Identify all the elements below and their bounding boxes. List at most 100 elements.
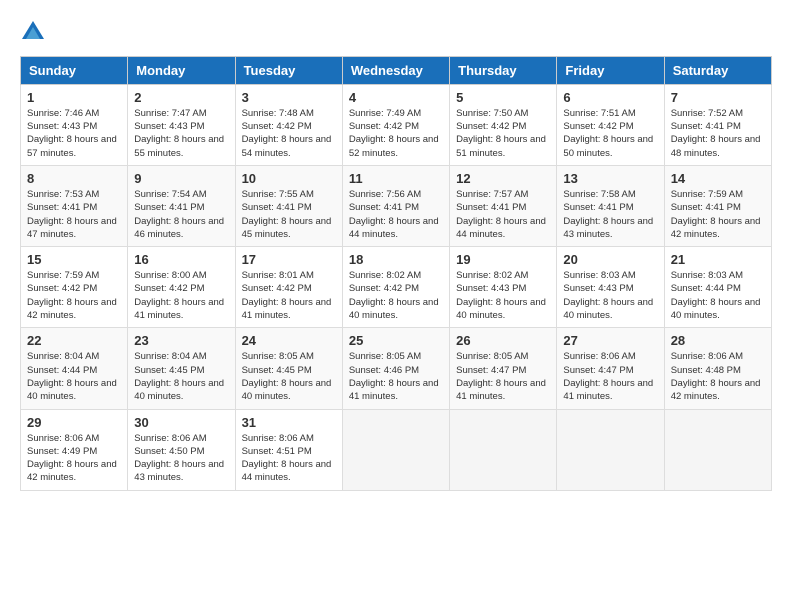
calendar-week-2: 8 Sunrise: 7:53 AMSunset: 4:41 PMDaylight… [21,165,772,246]
day-number: 3 [242,90,336,105]
day-detail: Sunrise: 8:06 AMSunset: 4:49 PMDaylight:… [27,432,121,485]
calendar-cell: 29 Sunrise: 8:06 AMSunset: 4:49 PMDayligh… [21,409,128,490]
calendar-cell: 3 Sunrise: 7:48 AMSunset: 4:42 PMDaylight… [235,84,342,165]
day-number: 31 [242,415,336,430]
calendar-cell: 15Sunrise: 7:59 AMSunset: 4:42 PMDayligh… [21,247,128,328]
page-header [20,20,772,40]
calendar-cell: 23 Sunrise: 8:04 AMSunset: 4:45 PMDayligh… [128,328,235,409]
calendar-header-row: SundayMondayTuesdayWednesdayThursdayFrid… [21,56,772,84]
day-number: 28 [671,333,765,348]
calendar-cell: 21Sunrise: 8:03 AMSunset: 4:44 PMDayligh… [664,247,771,328]
calendar-cell: 17 Sunrise: 8:01 AMSunset: 4:42 PMDayligh… [235,247,342,328]
day-number: 17 [242,252,336,267]
calendar-cell: 16 Sunrise: 8:00 AMSunset: 4:42 PMDayligh… [128,247,235,328]
calendar-table: SundayMondayTuesdayWednesdayThursdayFrid… [20,56,772,491]
day-number: 11 [349,171,443,186]
day-detail: Sunrise: 7:59 AMSunset: 4:41 PMDaylight:… [671,188,765,241]
day-detail: Sunrise: 8:01 AMSunset: 4:42 PMDaylight:… [242,269,336,322]
day-detail: Sunrise: 7:47 AMSunset: 4:43 PMDaylight:… [134,107,228,160]
calendar-cell: 10Sunrise: 7:55 AMSunset: 4:41 PMDayligh… [235,165,342,246]
calendar-cell: 22 Sunrise: 8:04 AMSunset: 4:44 PMDayligh… [21,328,128,409]
day-header-wednesday: Wednesday [342,56,449,84]
day-number: 4 [349,90,443,105]
day-detail: Sunrise: 8:04 AMSunset: 4:44 PMDaylight:… [27,350,121,403]
day-detail: Sunrise: 8:06 AMSunset: 4:48 PMDaylight:… [671,350,765,403]
day-number: 24 [242,333,336,348]
day-detail: Sunrise: 8:02 AMSunset: 4:43 PMDaylight:… [456,269,550,322]
calendar-cell [664,409,771,490]
day-number: 12 [456,171,550,186]
day-detail: Sunrise: 8:06 AMSunset: 4:50 PMDaylight:… [134,432,228,485]
calendar-cell: 7 Sunrise: 7:52 AMSunset: 4:41 PMDaylight… [664,84,771,165]
day-detail: Sunrise: 8:06 AMSunset: 4:47 PMDaylight:… [563,350,657,403]
calendar-cell [342,409,449,490]
calendar-cell: 9 Sunrise: 7:54 AMSunset: 4:41 PMDaylight… [128,165,235,246]
day-detail: Sunrise: 7:51 AMSunset: 4:42 PMDaylight:… [563,107,657,160]
day-number: 19 [456,252,550,267]
day-detail: Sunrise: 8:03 AMSunset: 4:44 PMDaylight:… [671,269,765,322]
day-detail: Sunrise: 7:56 AMSunset: 4:41 PMDaylight:… [349,188,443,241]
day-detail: Sunrise: 8:00 AMSunset: 4:42 PMDaylight:… [134,269,228,322]
calendar-cell: 28 Sunrise: 8:06 AMSunset: 4:48 PMDayligh… [664,328,771,409]
day-detail: Sunrise: 8:05 AMSunset: 4:45 PMDaylight:… [242,350,336,403]
day-number: 26 [456,333,550,348]
day-detail: Sunrise: 8:04 AMSunset: 4:45 PMDaylight:… [134,350,228,403]
calendar-cell: 5 Sunrise: 7:50 AMSunset: 4:42 PMDaylight… [450,84,557,165]
day-detail: Sunrise: 8:05 AMSunset: 4:47 PMDaylight:… [456,350,550,403]
day-detail: Sunrise: 8:06 AMSunset: 4:51 PMDaylight:… [242,432,336,485]
calendar-cell: 20 Sunrise: 8:03 AMSunset: 4:43 PMDayligh… [557,247,664,328]
day-number: 16 [134,252,228,267]
calendar-cell: 24 Sunrise: 8:05 AMSunset: 4:45 PMDayligh… [235,328,342,409]
day-header-sunday: Sunday [21,56,128,84]
calendar-week-4: 22 Sunrise: 8:04 AMSunset: 4:44 PMDayligh… [21,328,772,409]
logo-icon [22,21,44,39]
day-detail: Sunrise: 7:50 AMSunset: 4:42 PMDaylight:… [456,107,550,160]
day-number: 1 [27,90,121,105]
day-number: 20 [563,252,657,267]
day-number: 13 [563,171,657,186]
day-detail: Sunrise: 7:49 AMSunset: 4:42 PMDaylight:… [349,107,443,160]
calendar-cell: 27Sunrise: 8:06 AMSunset: 4:47 PMDayligh… [557,328,664,409]
calendar-cell: 19 Sunrise: 8:02 AMSunset: 4:43 PMDayligh… [450,247,557,328]
day-detail: Sunrise: 7:46 AMSunset: 4:43 PMDaylight:… [27,107,121,160]
day-detail: Sunrise: 8:03 AMSunset: 4:43 PMDaylight:… [563,269,657,322]
day-number: 23 [134,333,228,348]
day-header-monday: Monday [128,56,235,84]
day-header-thursday: Thursday [450,56,557,84]
day-number: 5 [456,90,550,105]
calendar-cell: 1 Sunrise: 7:46 AMSunset: 4:43 PMDaylight… [21,84,128,165]
day-detail: Sunrise: 7:48 AMSunset: 4:42 PMDaylight:… [242,107,336,160]
calendar-cell: 25 Sunrise: 8:05 AMSunset: 4:46 PMDayligh… [342,328,449,409]
day-header-friday: Friday [557,56,664,84]
calendar-cell: 2Sunrise: 7:47 AMSunset: 4:43 PMDaylight… [128,84,235,165]
day-number: 8 [27,171,121,186]
calendar-week-3: 15Sunrise: 7:59 AMSunset: 4:42 PMDayligh… [21,247,772,328]
calendar-cell: 12 Sunrise: 7:57 AMSunset: 4:41 PMDayligh… [450,165,557,246]
day-number: 30 [134,415,228,430]
day-header-saturday: Saturday [664,56,771,84]
calendar-cell: 4 Sunrise: 7:49 AMSunset: 4:42 PMDaylight… [342,84,449,165]
day-header-tuesday: Tuesday [235,56,342,84]
day-number: 15 [27,252,121,267]
calendar-cell: 6Sunrise: 7:51 AMSunset: 4:42 PMDaylight… [557,84,664,165]
calendar-week-5: 29 Sunrise: 8:06 AMSunset: 4:49 PMDayligh… [21,409,772,490]
day-number: 25 [349,333,443,348]
calendar-cell: 31 Sunrise: 8:06 AMSunset: 4:51 PMDayligh… [235,409,342,490]
day-number: 14 [671,171,765,186]
logo [20,20,44,40]
day-detail: Sunrise: 7:52 AMSunset: 4:41 PMDaylight:… [671,107,765,160]
day-detail: Sunrise: 7:57 AMSunset: 4:41 PMDaylight:… [456,188,550,241]
day-number: 10 [242,171,336,186]
calendar-cell: 18 Sunrise: 8:02 AMSunset: 4:42 PMDayligh… [342,247,449,328]
day-detail: Sunrise: 7:54 AMSunset: 4:41 PMDaylight:… [134,188,228,241]
day-number: 18 [349,252,443,267]
day-number: 7 [671,90,765,105]
day-detail: Sunrise: 8:05 AMSunset: 4:46 PMDaylight:… [349,350,443,403]
day-detail: Sunrise: 7:53 AMSunset: 4:41 PMDaylight:… [27,188,121,241]
day-detail: Sunrise: 8:02 AMSunset: 4:42 PMDaylight:… [349,269,443,322]
calendar-cell: 30 Sunrise: 8:06 AMSunset: 4:50 PMDayligh… [128,409,235,490]
day-number: 29 [27,415,121,430]
day-number: 9 [134,171,228,186]
calendar-cell: 14 Sunrise: 7:59 AMSunset: 4:41 PMDayligh… [664,165,771,246]
day-number: 22 [27,333,121,348]
